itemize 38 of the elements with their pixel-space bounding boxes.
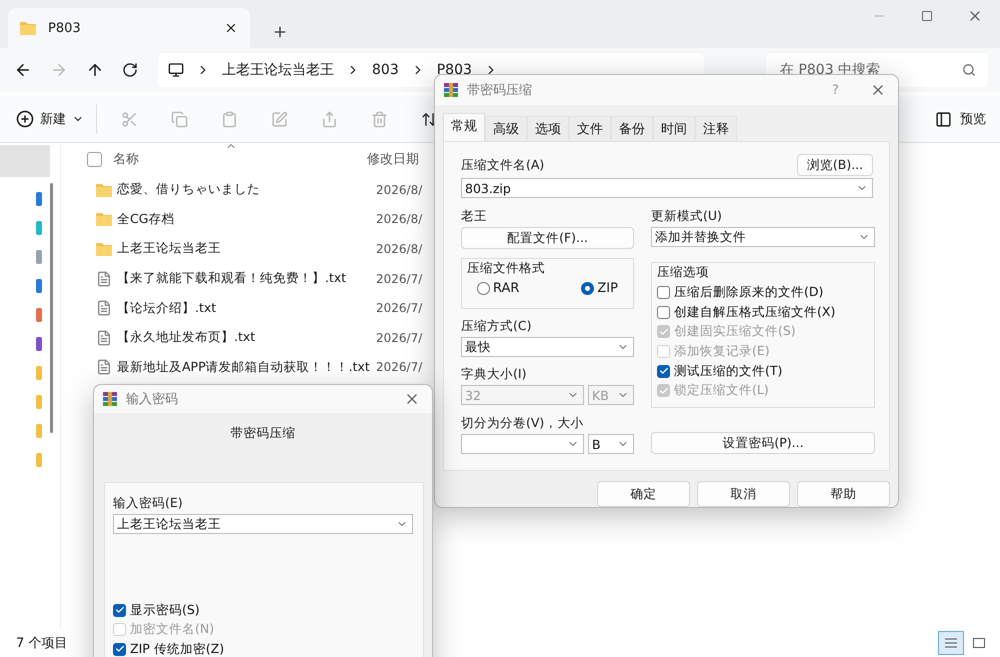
file-date: 2026/7/ <box>376 360 422 374</box>
dialog-title: 输入密码 <box>126 391 179 408</box>
file-date: 2026/7/ <box>376 301 422 316</box>
field-label: 输入密码(E) <box>113 495 184 512</box>
dropdown-value: 32 <box>465 388 481 402</box>
dropdown-value: 上老王论坛当老王 <box>117 516 221 533</box>
dropdown-value: 803.zip <box>465 180 511 196</box>
file-date: 2026/7/ <box>376 272 422 286</box>
file-date: 2026/7/ <box>376 330 422 345</box>
dropdown-value: 最快 <box>465 338 491 356</box>
file-date: 2026/8/ <box>376 182 422 197</box>
dropdown-value: KB <box>592 388 609 402</box>
radio-label: ZIP <box>597 281 618 296</box>
dialog-heading: 带密码压缩 <box>230 425 296 442</box>
field-label: 老王 <box>461 208 488 225</box>
checkbox-label: 锁定压缩文件(L) <box>674 382 769 400</box>
checkbox-label: 显示密码(S) <box>130 602 200 619</box>
item-count: 7 个项目 <box>16 635 68 652</box>
checkbox-label: 压缩后删除原来的文件(D) <box>674 284 824 302</box>
group-label: 压缩文件格式 <box>467 260 546 277</box>
dropdown-value: 添加并替换文件 <box>655 228 746 246</box>
checkbox-label: 测试压缩的文件(T) <box>674 362 782 380</box>
checkbox-label: 创建固实压缩文件(S) <box>674 323 796 340</box>
checkbox-label: 添加恢复记录(E) <box>674 343 770 360</box>
group-label: 压缩选项 <box>657 264 710 281</box>
field-label: 压缩文件名(A) <box>461 157 544 174</box>
radio-label: RAR <box>493 281 520 296</box>
field-label: 更新模式(U) <box>651 208 723 225</box>
tab-title: P803 <box>48 20 82 36</box>
file-date: 2026/8/ <box>376 242 422 256</box>
field-label: 字典大小(I) <box>461 366 528 383</box>
file-date: 2026/8/ <box>376 212 422 226</box>
checkbox-label: 加密文件名(N) <box>130 621 214 638</box>
field-label: 切分为分卷(V)，大小 <box>461 415 584 432</box>
checkbox-label: 创建自解压格式压缩文件(X) <box>674 304 836 321</box>
dropdown-value: B <box>592 436 601 452</box>
field-label: 压缩方式(C) <box>461 318 532 335</box>
checkbox-label: ZIP 传统加密(Z) <box>130 640 224 657</box>
